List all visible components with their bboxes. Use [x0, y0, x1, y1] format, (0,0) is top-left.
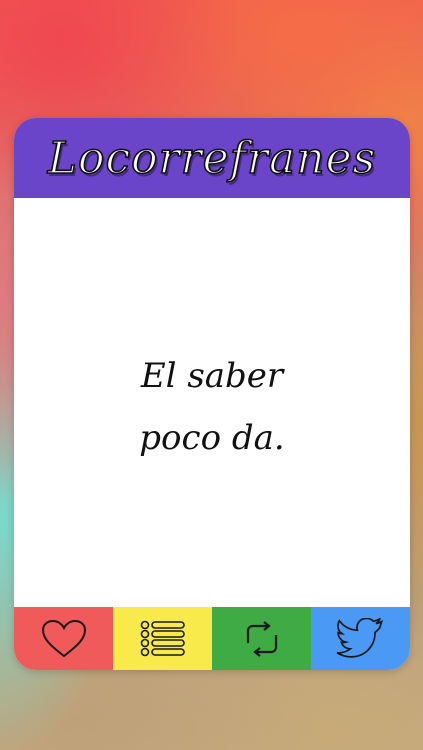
- heart-icon: [41, 619, 86, 657]
- favorite-button[interactable]: [14, 607, 113, 670]
- card-body: El saber poco da.: [14, 198, 410, 607]
- proverb-line-2: poco da.: [139, 417, 285, 458]
- shuffle-button[interactable]: [212, 607, 311, 670]
- proverb-line-1: El saber: [140, 355, 284, 396]
- proverb-text: El saber poco da.: [82, 345, 342, 469]
- app-title: Locorrefranes: [47, 132, 377, 185]
- card-header: Locorrefranes: [14, 118, 410, 198]
- refresh-icon: [246, 620, 277, 657]
- list-button[interactable]: [113, 607, 212, 670]
- tweet-button[interactable]: [311, 607, 410, 670]
- twitter-icon: [336, 617, 383, 658]
- list-icon: [140, 620, 185, 656]
- action-toolbar: [14, 607, 410, 670]
- proverb-card: Locorrefranes El saber poco da.: [14, 118, 410, 670]
